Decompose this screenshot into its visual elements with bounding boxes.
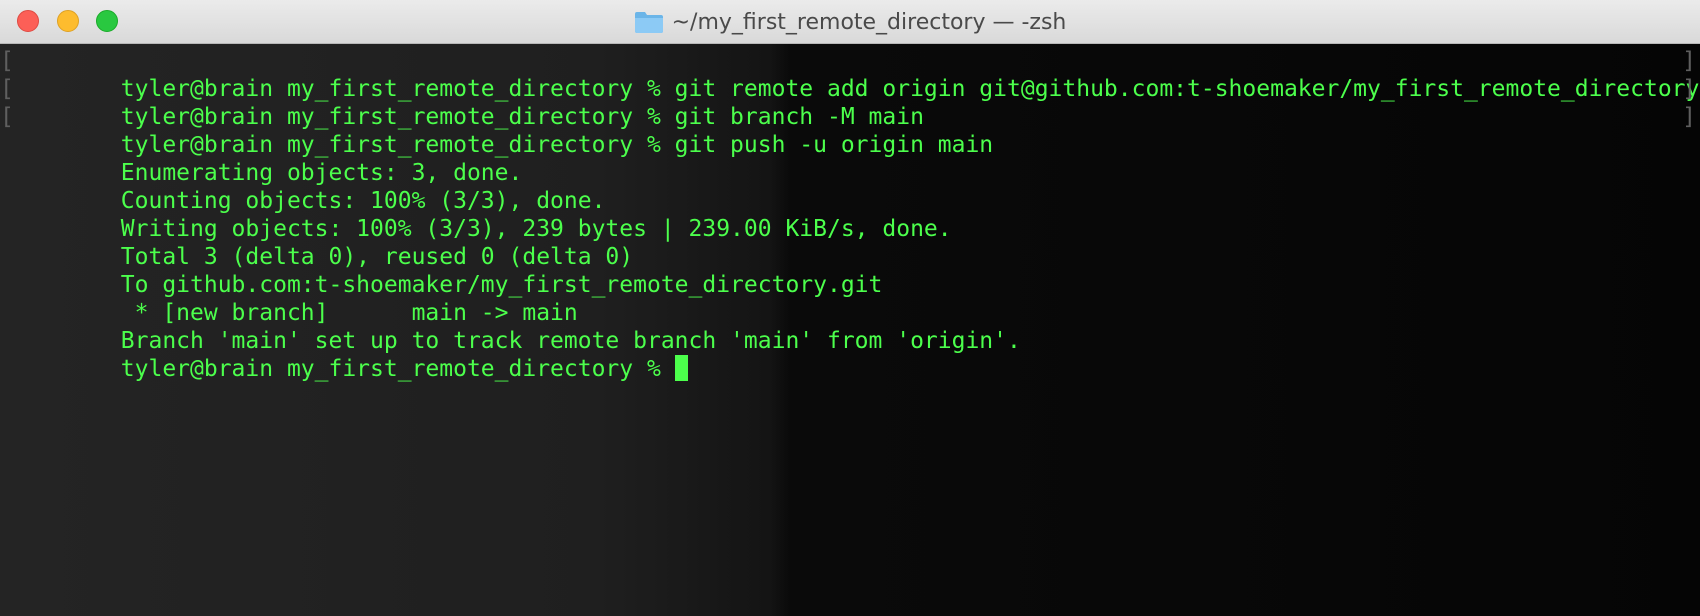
output-line: * [new branch] main -> main	[0, 271, 1700, 326]
mark-bracket-right: ]	[1682, 48, 1696, 74]
mark-bracket-left: [	[0, 48, 14, 74]
output-line: Counting objects: 100% (3/3), done.	[0, 159, 1700, 214]
command-line: [tyler@brain my_first_remote_directory %…	[0, 47, 1700, 102]
prompt-line[interactable]: tyler@brain my_first_remote_directory %	[0, 327, 1700, 382]
title-bar[interactable]: ~/my_first_remote_directory — -zsh	[0, 0, 1700, 44]
mark-bracket-right: ]	[1682, 104, 1696, 130]
terminal-content[interactable]: [ tyler@brain my_first_remote_directory %…	[0, 44, 1700, 616]
command-line: [tyler@brain my_first_remote_directory %…	[0, 75, 1700, 130]
command-line: [tyler@brain my_first_remote_directory %…	[0, 103, 1700, 158]
window-title-container: ~/my_first_remote_directory — -zsh	[0, 0, 1700, 44]
terminal-output: [ tyler@brain my_first_remote_directory %…	[0, 47, 1700, 382]
output-line: To github.com:t-shoemaker/my_first_remot…	[0, 243, 1700, 298]
shell-prompt: tyler@brain my_first_remote_directory %	[120, 356, 675, 382]
mark-bracket-left: [	[0, 104, 14, 130]
text-cursor	[674, 355, 688, 381]
output-line: Enumerating objects: 3, done.	[0, 131, 1700, 186]
terminal-window: ~/my_first_remote_directory — -zsh [ tyle…	[0, 0, 1700, 616]
mark-bracket-right: ]	[1682, 76, 1696, 102]
output-line: Branch 'main' set up to track remote bra…	[0, 299, 1700, 354]
folder-icon	[634, 12, 663, 33]
mark-bracket-left: [	[0, 76, 14, 102]
window-title: ~/my_first_remote_directory — -zsh	[671, 9, 1067, 35]
output-line: Writing objects: 100% (3/3), 239 bytes |…	[0, 187, 1700, 242]
output-line: Total 3 (delta 0), reused 0 (delta 0)	[0, 215, 1700, 270]
